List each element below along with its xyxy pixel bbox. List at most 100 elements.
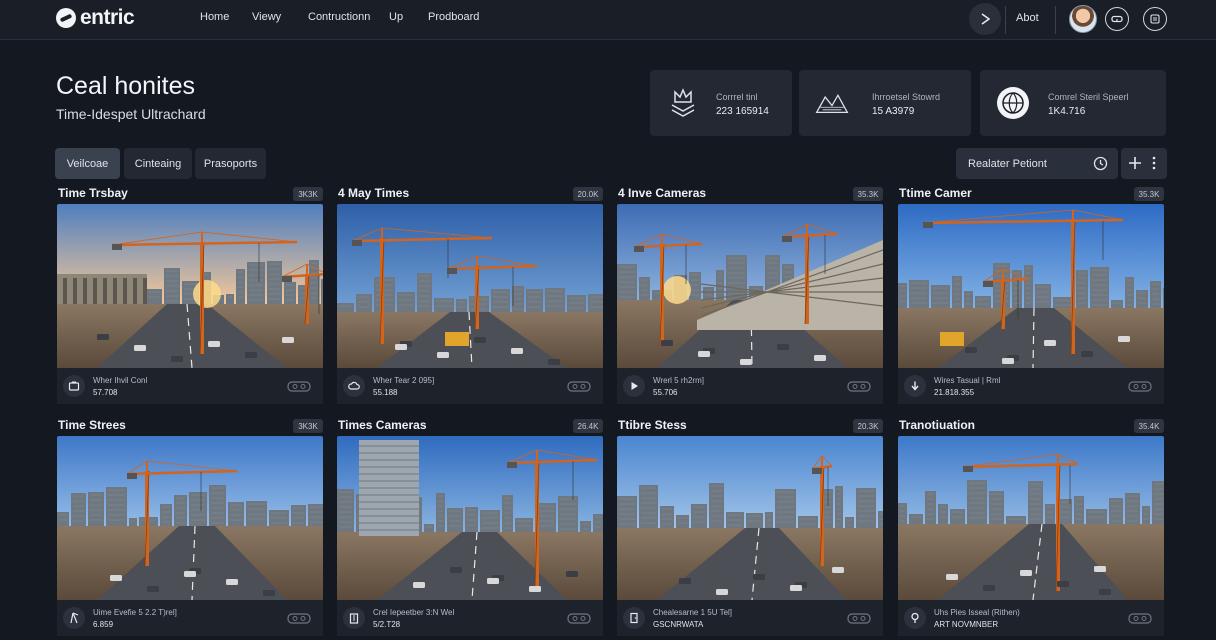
camera-meta-value: GSCNRWATA [653, 620, 704, 629]
nav-divider [1005, 6, 1006, 34]
camera-meta-line: Wher Tear 2 095] [373, 376, 435, 385]
viewer-count-badge: 20.0K [573, 187, 603, 201]
page-subtitle: Time-Idespet Ultrachard [56, 106, 206, 122]
camera-feed[interactable] [898, 204, 1164, 368]
camera-card[interactable]: Times Cameras 26.4K Crel Iepeetber 3:N W… [337, 418, 603, 640]
camera-card-footer: Wires Tasual | Rml 21.818.355 [898, 368, 1164, 404]
camera-card[interactable]: 4 May Times 20.0K Wher Tear 2 095] 55.18… [337, 186, 603, 408]
camera-feed[interactable] [57, 204, 323, 368]
door-icon[interactable] [623, 607, 645, 629]
camera-meta-line: Chealesarne 1 5U Tel] [653, 608, 733, 617]
logo-text: entric [80, 6, 135, 29]
camera-icon[interactable] [63, 375, 85, 397]
play-icon [981, 13, 990, 25]
vr-view-icon[interactable] [847, 613, 871, 624]
about-link[interactable]: Abot [1016, 12, 1039, 24]
vr-view-icon[interactable] [287, 381, 311, 392]
nav-item-construction[interactable]: Contructionn [308, 11, 370, 23]
vr-view-icon[interactable] [567, 613, 591, 624]
camera-feed-image [57, 436, 323, 600]
add-icon[interactable] [1127, 155, 1143, 171]
camera-title[interactable]: 4 Inve Cameras [618, 186, 706, 200]
camera-card-footer: Uime Evefie 5 2.2 T)rel] 6.859 [57, 600, 323, 636]
camera-title[interactable]: Tranotiuation [899, 418, 975, 432]
camera-meta-value: 55.188 [373, 388, 398, 397]
top-nav: entric Home Viewy Contructionn Up Prodbo… [0, 0, 1216, 40]
tab-veilcoae[interactable]: Veilcoae [55, 148, 120, 179]
camera-feed[interactable] [898, 436, 1164, 600]
camera-feed[interactable] [617, 436, 883, 600]
camera-card[interactable]: Tranotiuation 35.4K Uhs Pies Isseal (Rit… [898, 418, 1164, 640]
camera-feed[interactable] [617, 204, 883, 368]
more-options-icon[interactable] [1151, 156, 1157, 170]
vr-view-icon[interactable] [567, 381, 591, 392]
clock-icon [1093, 156, 1108, 171]
camera-feed[interactable] [57, 436, 323, 600]
camera-meta-line: Wrerl 5 rh2rm] [653, 376, 704, 385]
vr-view-icon[interactable] [847, 381, 871, 392]
viewer-count-badge: 3K3K [293, 419, 323, 433]
camera-title[interactable]: Time Strees [58, 418, 126, 432]
camera-card-footer: Wrerl 5 rh2rm] 55.706 [617, 368, 883, 404]
stat-card-speed[interactable]: Comrel Steril Speerl 1K4.716 [980, 70, 1166, 136]
camera-card-footer: Crel Iepeetber 3:N Wel 5/2.T28 [337, 600, 603, 636]
menu-button[interactable] [1143, 7, 1167, 31]
camera-card-footer: Wher Tear 2 095] 55.188 [337, 368, 603, 404]
camera-meta-line: Wher Ihvil Conl [93, 376, 148, 385]
stat-value: 15 A3979 [872, 106, 915, 117]
stat-card-total[interactable]: Corrrel tinl 223 165914 [650, 70, 792, 136]
crane-icon[interactable] [63, 607, 85, 629]
camera-card[interactable]: Ttibre Stess 20.3K Chealesarne 1 5U Tel]… [617, 418, 883, 640]
camera-title[interactable]: Ttime Camer [899, 186, 972, 200]
camera-title[interactable]: Time Trsbay [58, 186, 128, 200]
page-title: Ceal honites [56, 72, 195, 100]
camera-feed-image [898, 204, 1164, 368]
camera-feed-image [617, 204, 883, 368]
camera-title[interactable]: 4 May Times [338, 186, 409, 200]
viewer-count-badge: 35.4K [1134, 419, 1164, 433]
camera-meta-line: Crel Iepeetber 3:N Wel [373, 608, 455, 617]
camera-card[interactable]: Time Strees 3K3K Uime Evefie 5 2.2 T)rel… [57, 418, 323, 640]
nav-item-viewy[interactable]: Viewy [252, 11, 281, 23]
download-icon[interactable] [904, 375, 926, 397]
play-button[interactable] [969, 3, 1001, 35]
vr-headset-button[interactable] [1105, 7, 1129, 31]
cloud-icon[interactable] [343, 375, 365, 397]
stat-label: Corrrel tinl [716, 92, 758, 102]
nav-item-home[interactable]: Home [200, 11, 229, 23]
stat-card-stored[interactable]: Ihrroetsel Stowrd 15 A3979 [799, 70, 971, 136]
camera-feed-image [898, 436, 1164, 600]
pin-icon[interactable] [904, 607, 926, 629]
tab-cinteaing[interactable]: Cinteaing [124, 148, 192, 179]
camera-title[interactable]: Times Cameras [338, 418, 427, 432]
vr-view-icon[interactable] [287, 613, 311, 624]
vr-view-icon[interactable] [1128, 381, 1152, 392]
play-icon[interactable] [623, 375, 645, 397]
camera-feed[interactable] [337, 436, 603, 600]
camera-meta-value: ART NOVMNBER [934, 620, 999, 629]
camera-meta-line: Uime Evefie 5 2.2 T)rel] [93, 608, 177, 617]
camera-meta-value: 6.859 [93, 620, 114, 629]
viewer-count-badge: 26.4K [573, 419, 603, 433]
camera-card-footer: Chealesarne 1 5U Tel] GSCNRWATA [617, 600, 883, 636]
nav-item-up[interactable]: Up [389, 11, 403, 23]
tab-prasoports[interactable]: Prasoports [195, 148, 266, 179]
camera-card[interactable]: Ttime Camer 35.3K Wires Tasual | Rml 21.… [898, 186, 1164, 408]
user-avatar[interactable] [1069, 5, 1097, 33]
menu-list-icon [1150, 14, 1160, 24]
building-icon[interactable] [343, 607, 365, 629]
report-select[interactable]: Realater Petiont [956, 148, 1118, 179]
camera-feed[interactable] [337, 204, 603, 368]
vr-headset-icon [1111, 15, 1123, 23]
camera-card[interactable]: 4 Inve Cameras 35.3K Wrerl 5 rh2rm] 55.7… [617, 186, 883, 408]
camera-title[interactable]: Ttibre Stess [618, 418, 687, 432]
viewer-count-badge: 35.3K [1134, 187, 1164, 201]
app-logo[interactable]: entric [56, 5, 135, 31]
camera-card[interactable]: Time Trsbay 3K3K Wher Ihvil Conl 57.708 [57, 186, 323, 408]
camera-card-footer: Uhs Pies Isseal (Rithen) ART NOVMNBER [898, 600, 1164, 636]
vr-view-icon[interactable] [1128, 613, 1152, 624]
viewer-count-badge: 3K3K [293, 187, 323, 201]
camera-feed-image [57, 204, 323, 368]
camera-meta-value: 57.708 [93, 388, 118, 397]
nav-item-prodboard[interactable]: Prodboard [428, 11, 479, 23]
